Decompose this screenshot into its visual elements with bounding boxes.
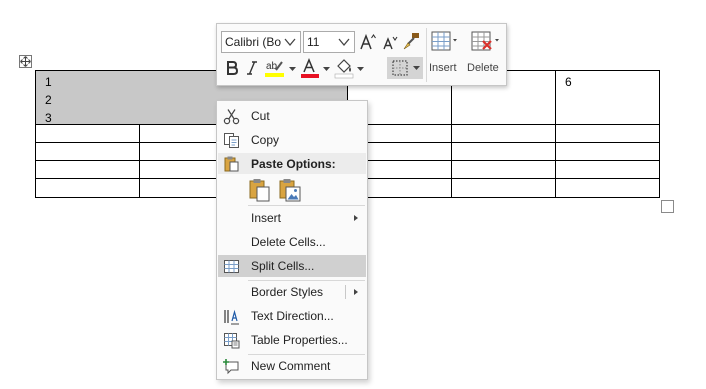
table-cell[interactable] <box>35 160 140 179</box>
font-size-combobox[interactable]: 11 <box>303 31 355 53</box>
menu-label-border-styles: Border Styles <box>251 285 324 299</box>
svg-text:ab: ab <box>266 61 278 72</box>
menu-item-copy[interactable]: Copy <box>218 129 366 151</box>
clipboard-icon <box>224 156 239 172</box>
context-menu: Cut Copy Paste Options: Insert Delete Ce… <box>216 100 368 380</box>
table-cell[interactable] <box>451 160 556 179</box>
cell-line-2: 2 <box>45 93 52 107</box>
highlight-dropdown-icon[interactable] <box>289 67 296 71</box>
grow-font-button[interactable] <box>359 33 377 51</box>
paste-keep-formatting-button[interactable] <box>248 177 272 203</box>
table-cell[interactable] <box>451 142 556 161</box>
submenu-divider <box>345 285 346 299</box>
table-cell[interactable]: 6 <box>555 70 660 125</box>
italic-button[interactable] <box>243 58 261 78</box>
move-arrows-icon <box>20 56 31 67</box>
split-cells-icon <box>224 260 239 273</box>
paste-options-header: Paste Options: <box>218 153 366 174</box>
table-cell[interactable] <box>451 178 556 198</box>
delete-table-button[interactable] <box>469 29 501 55</box>
menu-label-insert: Insert <box>251 211 282 225</box>
menu-item-new-comment[interactable]: New Comment <box>218 355 366 377</box>
font-name-combobox[interactable]: Calibri (Bo <box>221 31 301 53</box>
menu-label-copy: Copy <box>251 133 280 147</box>
toolbar-separator <box>426 28 427 82</box>
insert-table-icon <box>431 31 457 51</box>
delete-label: Delete <box>467 62 499 74</box>
menu-label-split-cells: Split Cells... <box>251 259 315 273</box>
table-cell[interactable] <box>35 142 140 161</box>
chevron-down-icon[interactable] <box>283 36 297 48</box>
grow-font-icon <box>360 33 376 50</box>
italic-icon <box>247 61 257 75</box>
menu-label-cut: Cut <box>251 109 270 123</box>
table-properties-icon <box>224 333 240 349</box>
font-color-dropdown-icon[interactable] <box>323 67 330 71</box>
shrink-font-icon <box>383 36 398 50</box>
shading-button[interactable] <box>333 57 355 79</box>
table-cell[interactable] <box>555 178 660 198</box>
borders-icon <box>392 60 408 76</box>
table-cell[interactable] <box>451 124 556 143</box>
bold-button[interactable] <box>223 58 241 78</box>
scissors-icon <box>223 109 240 125</box>
table-move-handle[interactable] <box>19 55 32 68</box>
shrink-font-button[interactable] <box>381 34 398 51</box>
delete-table-icon <box>471 31 499 51</box>
paste-picture-icon <box>279 179 301 202</box>
menu-label-text-direction: Text Direction... <box>251 309 334 323</box>
menu-item-split-cells[interactable]: Split Cells... <box>218 255 366 277</box>
font-size-value: 11 <box>307 35 320 49</box>
format-painter-icon <box>403 33 419 50</box>
mini-toolbar: Calibri (Bo 11 Insert Delete ab <box>216 23 507 86</box>
table-resize-handle[interactable] <box>661 200 674 213</box>
insert-table-button[interactable] <box>429 29 459 55</box>
paste-picture-button[interactable] <box>278 177 302 203</box>
menu-item-delete-cells[interactable]: Delete Cells... <box>218 231 366 253</box>
menu-label-paste-options: Paste Options: <box>251 157 336 171</box>
shading-icon <box>334 59 354 79</box>
menu-item-cut[interactable]: Cut <box>218 105 366 127</box>
paste-keep-source-icon <box>249 179 270 202</box>
cell-line-3: 3 <box>45 111 52 125</box>
table-cell[interactable] <box>35 178 140 198</box>
table-cell[interactable] <box>555 142 660 161</box>
borders-button[interactable] <box>387 57 423 79</box>
font-name-value: Calibri (Bo <box>225 35 282 49</box>
table-cell[interactable] <box>555 124 660 143</box>
format-painter-button[interactable] <box>402 31 422 51</box>
menu-item-text-direction[interactable]: Text Direction... <box>218 305 366 327</box>
text-direction-icon <box>224 309 239 325</box>
highlight-icon: ab <box>265 61 284 77</box>
menu-label-table-properties: Table Properties... <box>251 333 348 347</box>
insert-label: Insert <box>429 62 457 74</box>
font-color-button[interactable] <box>299 57 321 79</box>
table-cell[interactable] <box>35 124 140 143</box>
menu-label-new-comment: New Comment <box>251 359 331 373</box>
menu-label-delete-cells: Delete Cells... <box>251 235 326 249</box>
font-color-icon <box>301 58 319 78</box>
submenu-arrow-icon <box>354 289 358 295</box>
menu-separator <box>248 205 365 206</box>
highlight-button[interactable]: ab <box>263 57 287 79</box>
shading-dropdown-icon[interactable] <box>357 67 364 71</box>
chevron-down-icon[interactable] <box>337 36 351 48</box>
menu-item-table-properties[interactable]: Table Properties... <box>218 329 366 351</box>
menu-item-border-styles[interactable]: Border Styles <box>218 281 366 303</box>
table-cell[interactable] <box>555 160 660 179</box>
copy-icon <box>224 133 239 148</box>
cell-value: 6 <box>565 75 572 89</box>
bold-icon <box>227 61 239 75</box>
borders-dropdown-icon[interactable] <box>413 66 420 70</box>
menu-item-insert[interactable]: Insert <box>218 207 366 229</box>
new-comment-icon <box>223 359 239 375</box>
submenu-arrow-icon <box>354 215 358 221</box>
cell-line-1: 1 <box>45 75 52 89</box>
